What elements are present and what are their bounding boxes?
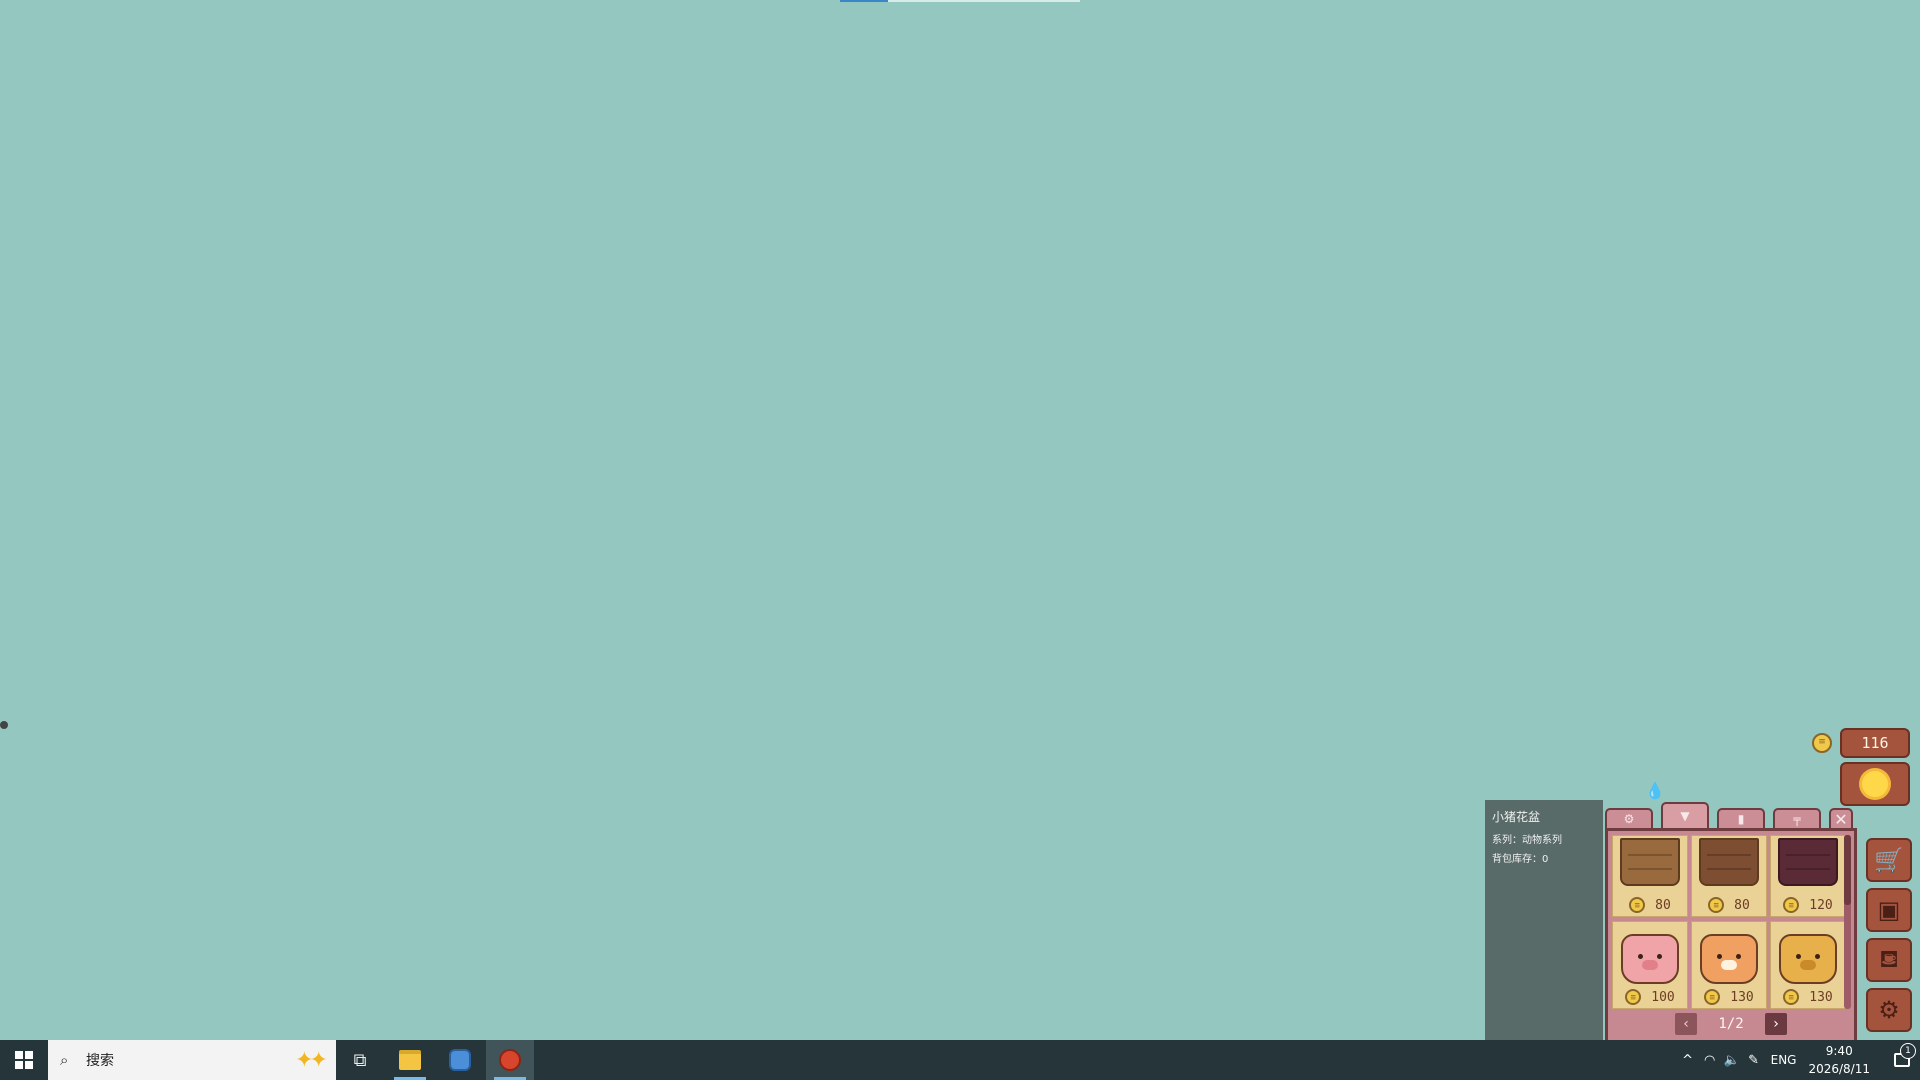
tab-gear[interactable]: ⚙	[1605, 808, 1653, 828]
shop-item-cat-pot[interactable]: 130	[1691, 921, 1767, 1009]
shop-pager: ‹ 1/2 ›	[1608, 1012, 1854, 1036]
app-button-game[interactable]	[486, 1040, 534, 1080]
tooltip-item-stock: 背包库存：0	[1492, 854, 1549, 865]
pig-pot-icon	[1621, 934, 1679, 984]
dark-wood-pot-icon	[1699, 838, 1759, 886]
page-indicator: 1/2	[1718, 1016, 1744, 1032]
shop-cart-button[interactable]: 🛒	[1866, 838, 1912, 882]
search-placeholder: 搜索	[86, 1053, 114, 1069]
taskbar-search[interactable]: ⌕ 搜索 ✦✦	[48, 1040, 336, 1080]
start-button[interactable]	[0, 1040, 48, 1080]
network-icon[interactable]: ◠	[1699, 1053, 1721, 1068]
clock-time: 9:40	[1825, 1044, 1853, 1058]
item-price: 130	[1692, 988, 1766, 1006]
coin-icon	[1704, 989, 1721, 1005]
tooltip-item-name: 小猪花盆	[1492, 810, 1541, 824]
backpack-icon: ▣	[1877, 896, 1901, 924]
item-price: 100	[1613, 988, 1687, 1006]
clock-date: 2026/8/11	[1808, 1062, 1870, 1076]
coin-icon	[1812, 733, 1832, 753]
item-price-value: 120	[1809, 897, 1833, 913]
file-explorer-button[interactable]	[386, 1040, 434, 1080]
tab-table[interactable]: ╤	[1773, 808, 1821, 828]
item-price-value: 80	[1734, 897, 1750, 913]
item-price: 120	[1771, 896, 1845, 914]
gear-icon: ⚙	[1623, 812, 1635, 826]
shop-tabs: ⚙ ▼ ▮ ╤ ✕	[1605, 802, 1857, 829]
shop-scrollbar[interactable]	[1844, 835, 1851, 1009]
close-button[interactable]: ✕	[1829, 808, 1853, 829]
tab-pots[interactable]: ▼	[1661, 802, 1709, 828]
side-buttons: 🛒 ▣ ⛾ ⚙	[1866, 838, 1914, 1032]
windows-logo-icon	[15, 1051, 33, 1069]
table-icon: ╤	[1793, 812, 1801, 826]
backpack-button[interactable]: ▣	[1866, 888, 1912, 932]
top-progress-bar	[840, 0, 1080, 2]
scrollbar-thumb[interactable]	[1844, 835, 1851, 905]
trash-icon: ▮	[1737, 812, 1745, 826]
chevron-up-icon[interactable]: ^	[1677, 1053, 1699, 1068]
sun-button[interactable]	[1840, 762, 1910, 806]
coin-icon	[1783, 989, 1800, 1005]
taskbar: ⌕ 搜索 ✦✦ ⧉ ^ ◠ 🔈 ✎ ENG 9:40 2026/8/11 1	[0, 1040, 1920, 1080]
shop-item-wood-pot[interactable]: 80	[1612, 835, 1688, 917]
settings-button[interactable]: ⚙	[1866, 988, 1912, 1032]
game-app-icon	[499, 1049, 521, 1071]
coin-count: 116	[1840, 728, 1910, 758]
coin-icon	[1708, 897, 1725, 913]
coin-counter: 116	[1812, 728, 1910, 758]
water-drop-icon: 💧	[1645, 781, 1665, 800]
shop-item-dark-wood-pot[interactable]: 80	[1691, 835, 1767, 917]
bot-app-icon	[449, 1049, 471, 1071]
search-icon: ⌕	[60, 1051, 69, 1069]
task-view-icon: ⧉	[353, 1049, 367, 1071]
task-view-button[interactable]: ⧉	[336, 1040, 384, 1080]
shop-item-grid: 80 80 120 100 130 130	[1612, 835, 1846, 1009]
prev-page-button[interactable]: ‹	[1675, 1013, 1697, 1035]
plum-pot-icon	[1778, 838, 1838, 886]
tooltip-item-series: 系列：动物系列	[1492, 835, 1562, 846]
shop-cart-icon: 🛒	[1874, 846, 1904, 874]
language-indicator[interactable]: ENG	[1771, 1053, 1797, 1067]
tab-trash[interactable]: ▮	[1717, 808, 1765, 828]
cat-pot-icon	[1700, 934, 1758, 984]
coin-icon	[1629, 897, 1646, 913]
watering-can-icon: ⛾	[1879, 944, 1899, 973]
clock[interactable]: 9:40 2026/8/11	[1808, 1042, 1870, 1078]
system-tray: ^ ◠ 🔈 ✎ ENG 9:40 2026/8/11 1	[1677, 1040, 1920, 1080]
coin-icon	[1783, 897, 1800, 913]
shop-item-dog-pot[interactable]: 130	[1770, 921, 1846, 1009]
item-price: 130	[1771, 988, 1845, 1006]
item-price: 80	[1692, 896, 1766, 914]
settings-gear-icon: ⚙	[1878, 996, 1900, 1024]
coin-icon	[1625, 989, 1642, 1005]
watering-can-button[interactable]: ⛾	[1866, 938, 1912, 982]
item-price-value: 130	[1730, 989, 1754, 1005]
volume-icon[interactable]: 🔈	[1721, 1053, 1743, 1068]
item-price: 80	[1613, 896, 1687, 914]
item-tooltip: 小猪花盆 系列：动物系列 背包库存：0	[1485, 800, 1603, 1040]
close-icon: ✕	[1834, 809, 1848, 829]
top-progress-fill	[840, 0, 888, 2]
pot-icon: ▼	[1680, 809, 1690, 823]
notification-button[interactable]: 1	[1884, 1043, 1920, 1067]
app-button-bot[interactable]	[436, 1040, 484, 1080]
dog-pot-icon	[1779, 934, 1837, 984]
sparkle-icon: ✦✦	[295, 1047, 328, 1073]
edge-dot	[0, 721, 8, 729]
shop-panel: 80 80 120 100 130 130 ‹ 1/2 ›	[1605, 828, 1857, 1040]
item-price-value: 100	[1651, 989, 1675, 1005]
item-price-value: 130	[1809, 989, 1833, 1005]
shop-item-plum-pot[interactable]: 120	[1770, 835, 1846, 917]
pen-icon[interactable]: ✎	[1743, 1053, 1765, 1068]
sun-icon	[1862, 771, 1888, 797]
wood-pot-icon	[1620, 838, 1680, 886]
notification-badge: 1	[1900, 1043, 1916, 1059]
folder-icon	[399, 1050, 421, 1070]
next-page-button[interactable]: ›	[1765, 1013, 1787, 1035]
item-price-value: 80	[1655, 897, 1671, 913]
shop-item-pig-pot[interactable]: 100	[1612, 921, 1688, 1009]
